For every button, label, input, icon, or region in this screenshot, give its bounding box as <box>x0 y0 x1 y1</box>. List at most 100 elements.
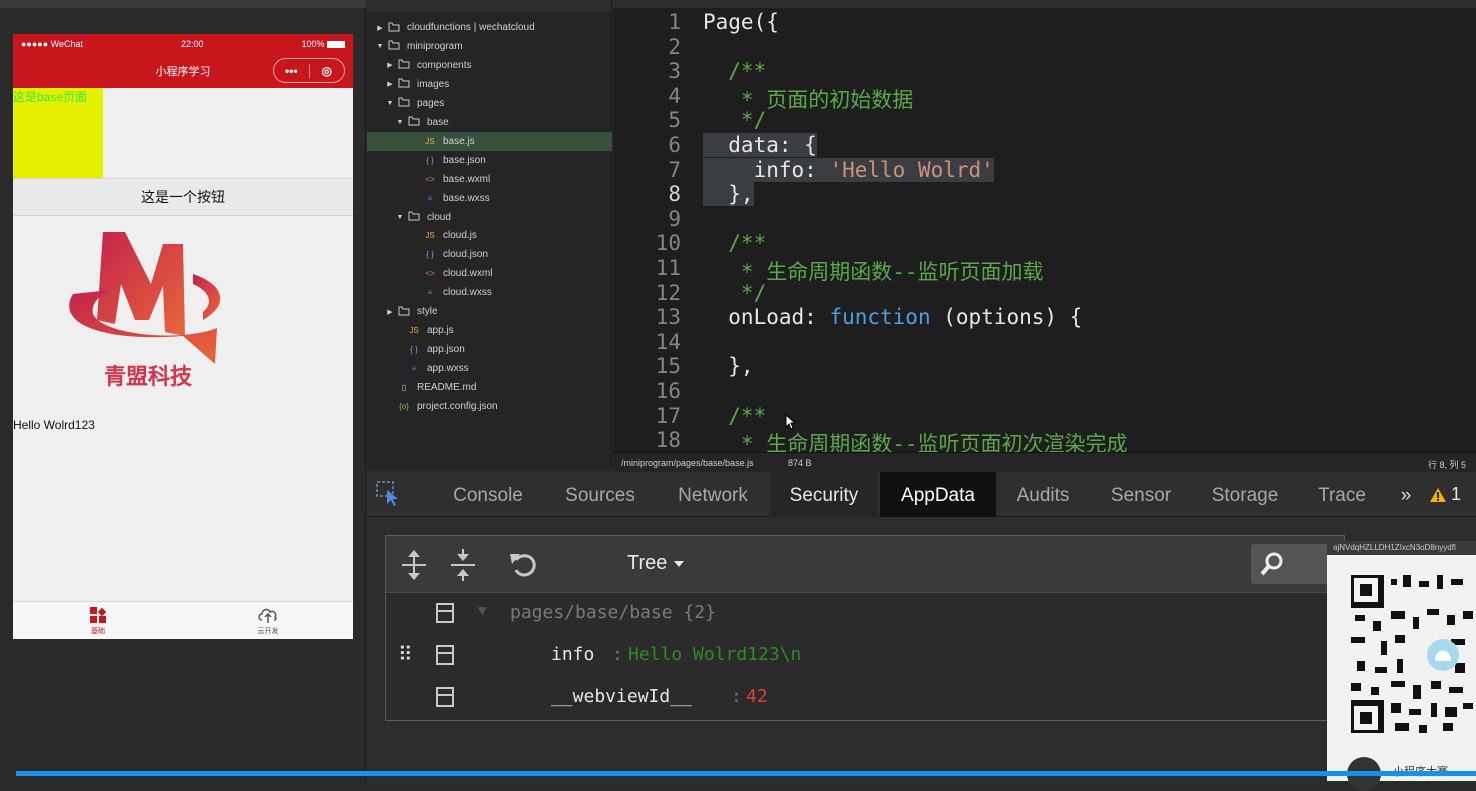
explorer-folder[interactable]: ▶ components <box>367 56 612 75</box>
chevron-right-icon[interactable]: ▶ <box>385 308 395 316</box>
explorer-item-label: base <box>427 116 449 128</box>
explorer-file[interactable]: ≡ app.wxss <box>367 359 612 378</box>
tree-row-webviewid[interactable]: __webviewId__ : 42 <box>386 678 1346 718</box>
code-line[interactable]: 4 * 页面的初始数据 <box>613 84 1476 112</box>
js-file-icon: JS <box>409 326 419 336</box>
explorer-folder[interactable]: ▶ cloudfunctions | wechatcloud <box>367 18 612 37</box>
explorer-folder[interactable]: ▼ miniprogram <box>367 37 612 56</box>
tab-audits[interactable]: Audits <box>999 472 1087 517</box>
explorer-folder[interactable]: ▶ images <box>367 75 612 94</box>
explorer-file[interactable]: JS cloud.js <box>367 226 612 245</box>
capsule-menu[interactable]: ••• ◎ <box>273 58 345 83</box>
code-line[interactable]: 18 * 生命周期函数--监听页面初次渲染完成 <box>613 428 1476 452</box>
warning-indicator[interactable]: 1 <box>1429 484 1461 505</box>
explorer-file[interactable]: JS base.js <box>367 131 612 151</box>
code-line[interactable]: 3 /** <box>613 59 1476 83</box>
chevron-down-icon[interactable]: ▼ <box>395 119 405 126</box>
folder-open-icon <box>395 97 413 109</box>
explorer-file[interactable]: JS app.js <box>367 321 612 340</box>
tree-key: __webviewId__ <box>551 686 692 707</box>
explorer-folder[interactable]: ▼ base <box>367 113 612 132</box>
wxss-file-icon: ≡ <box>411 364 417 374</box>
tab-base-label: 基础 <box>91 627 105 635</box>
explorer-file[interactable]: <> base.wxml <box>367 170 612 189</box>
line-number: 3 <box>668 59 681 84</box>
explorer-file[interactable]: ≡ base.wxss <box>367 189 612 208</box>
tree-root-row[interactable]: ▼ pages/base/base {2} <box>386 594 1346 634</box>
code-line[interactable]: 6 data: { <box>613 133 1476 157</box>
tab-cloud[interactable]: 云开发 <box>183 602 353 639</box>
explorer-file[interactable]: { } cloud.json <box>367 245 612 264</box>
code-line[interactable]: 12 */ <box>613 281 1476 305</box>
demo-button[interactable]: 这是一个按钮 <box>13 178 353 216</box>
code-token: 'Hello Wolrd' <box>829 157 994 182</box>
chevron-down-icon[interactable]: ▼ <box>395 214 405 221</box>
tab-sensor[interactable]: Sensor <box>1097 472 1185 517</box>
chevron-right-icon[interactable]: ▶ <box>385 80 395 88</box>
appdata-toolbar: Tree <box>386 536 1344 593</box>
code-line[interactable]: 10 /** <box>613 231 1476 255</box>
more-tabs-icon[interactable]: » <box>1391 472 1421 517</box>
code-line[interactable]: 17 /** <box>613 404 1476 428</box>
view-mode-dropdown[interactable]: Tree <box>627 552 685 575</box>
tab-base[interactable]: 基础 <box>13 602 183 639</box>
code-line[interactable]: 14 <box>613 330 1476 354</box>
close-mini-program-icon[interactable]: ◎ <box>310 64 345 78</box>
tab-storage[interactable]: Storage <box>1197 472 1293 517</box>
line-number: 12 <box>655 280 681 305</box>
explorer-item-label: base.wxml <box>443 173 491 185</box>
tab-appdata[interactable]: AppData <box>880 472 996 517</box>
phone-screen: ●●●●● WeChat 22:00 100% 小程序学习 ••• ◎ 这是ba… <box>13 34 353 639</box>
code-line[interactable]: 11 * 生命周期函数--监听页面加载 <box>613 256 1476 284</box>
code-token: }, <box>703 182 754 207</box>
devtools-tab-bar: Console Sources Network Security AppData… <box>367 472 1476 517</box>
code-line[interactable]: 9 <box>613 207 1476 231</box>
tab-trace[interactable]: Trace <box>1297 472 1387 517</box>
more-icon[interactable]: ••• <box>274 64 309 78</box>
undo-icon[interactable] <box>508 550 540 580</box>
explorer-file[interactable]: { } base.json <box>367 151 612 170</box>
explorer-folder[interactable]: ▶ style <box>367 302 612 321</box>
tree-value[interactable]: 42 <box>746 686 768 707</box>
inspect-element-icon[interactable] <box>375 480 403 508</box>
line-number: 11 <box>655 256 681 280</box>
chevron-down-icon[interactable]: ▼ <box>385 100 395 107</box>
chevron-down-icon[interactable]: ▼ <box>375 43 385 50</box>
tab-security[interactable]: Security <box>770 472 878 517</box>
chevron-right-icon[interactable]: ▶ <box>385 61 395 69</box>
code-line[interactable]: 15 }, <box>613 354 1476 378</box>
explorer-file[interactable]: { } app.json <box>367 340 612 359</box>
code-line[interactable]: 1 Page({ <box>613 10 1476 34</box>
clock-label: 22:00 <box>180 39 204 49</box>
code-line[interactable]: 8 }, <box>613 182 1476 207</box>
explorer-folder[interactable]: ▼ pages <box>367 94 612 113</box>
tree-row-info[interactable]: ⠿ info : Hello Wolrd123\n <box>386 636 1346 676</box>
edit-node-icon[interactable] <box>436 603 454 623</box>
code-line[interactable]: 16 <box>613 379 1476 403</box>
edit-node-icon[interactable] <box>436 687 454 707</box>
tree-value[interactable]: Hello Wolrd123\n <box>628 644 801 665</box>
expand-all-icon[interactable] <box>400 548 428 582</box>
code-editor[interactable]: 1 Page({2 3 /** 4 * 页面的初始数据 5 */6 data: {7 i… <box>613 0 1476 452</box>
tab-sources[interactable]: Sources <box>549 472 651 517</box>
search-box[interactable] <box>1251 544 1331 584</box>
edit-node-icon[interactable] <box>436 645 454 665</box>
tab-console[interactable]: Console <box>437 472 539 517</box>
code-line[interactable]: 5 */ <box>613 108 1476 132</box>
tab-network[interactable]: Network <box>659 472 767 517</box>
collapse-all-icon[interactable] <box>449 548 477 582</box>
folder-open-icon <box>405 116 423 128</box>
code-line[interactable]: 2 <box>613 35 1476 59</box>
line-number: 7 <box>668 157 681 182</box>
explorer-file[interactable]: {o} project.config.json <box>367 397 612 416</box>
drag-handle-icon[interactable]: ⠿ <box>398 642 413 666</box>
collapse-arrow-icon[interactable]: ▼ <box>478 603 486 619</box>
explorer-file[interactable]: ▯ README.md <box>367 378 612 397</box>
explorer-file[interactable]: ≡ cloud.wxss <box>367 283 612 302</box>
code-line[interactable]: 7 info: 'Hello Wolrd' <box>613 157 1476 182</box>
explorer-folder[interactable]: ▼ cloud <box>367 208 612 227</box>
explorer-item-label: pages <box>417 97 445 109</box>
explorer-file[interactable]: <> cloud.wxml <box>367 264 612 283</box>
chevron-right-icon[interactable]: ▶ <box>375 24 385 32</box>
code-line[interactable]: 13 onLoad: function (options) { <box>613 305 1476 329</box>
